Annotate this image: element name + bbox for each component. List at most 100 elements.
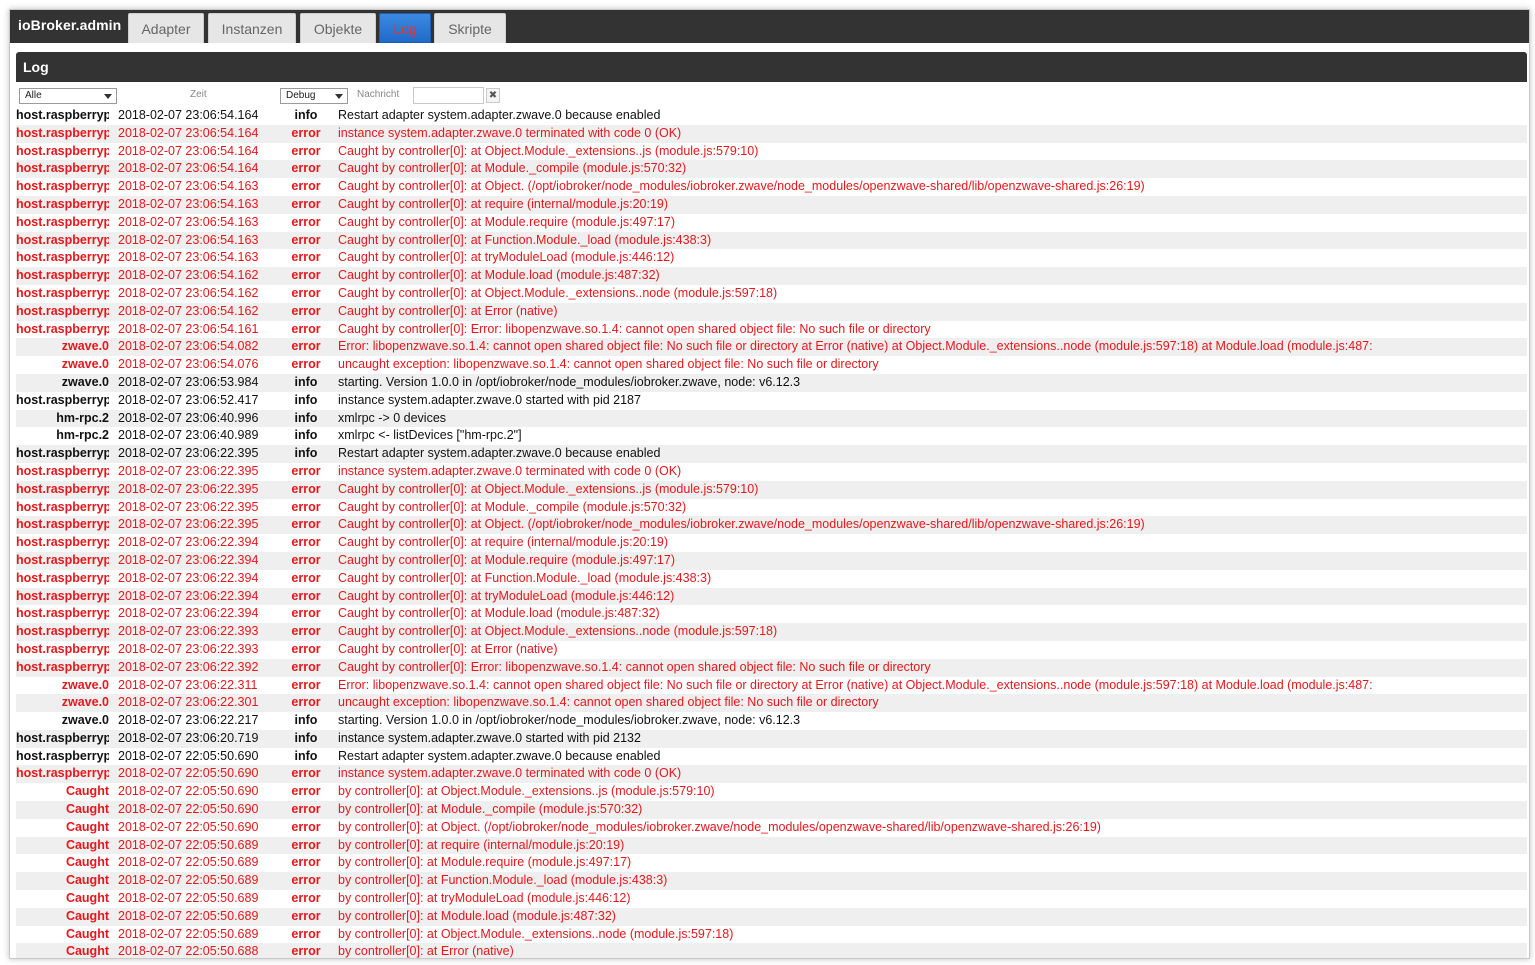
log-time: 2018-02-07 23:06:22.395 xyxy=(118,446,259,461)
log-message: Caught by controller[0]: at Object.Modul… xyxy=(338,143,759,158)
log-severity: error xyxy=(291,161,321,176)
log-time: 2018-02-07 23:06:20.719 xyxy=(118,730,259,745)
log-message: Caught by controller[0]: at Module.load … xyxy=(338,606,660,621)
log-source: Caught xyxy=(65,908,109,923)
log-row: zwave.0 2018-02-07 23:06:22.311 error Error… xyxy=(16,677,1527,695)
log-severity: error xyxy=(291,143,321,158)
log-time: 2018-02-07 23:06:22.393 xyxy=(118,624,259,639)
log-row: host.raspberrypi 2018-02-07 23:06:54.163 e… xyxy=(16,178,1527,196)
log-severity: error xyxy=(291,677,321,692)
log-row: host.raspberrypi 2018-02-07 23:06:22.394 e… xyxy=(16,605,1527,623)
log-severity: error xyxy=(291,570,321,585)
log-message: Caught by controller[0]: at Module._comp… xyxy=(338,499,687,514)
log-severity: error xyxy=(291,339,321,354)
log-row: Caught 2018-02-07 22:05:50.689 error by con… xyxy=(16,854,1527,872)
log-severity: error xyxy=(291,179,321,194)
log-time: 2018-02-07 22:05:50.690 xyxy=(118,748,259,763)
log-message: Caught by controller[0]: at Function.Mod… xyxy=(338,570,712,585)
log-message: by controller[0]: at Object. (/opt/iobro… xyxy=(338,819,1101,834)
log-severity: info xyxy=(294,410,318,425)
log-row: zwave.0 2018-02-07 23:06:22.301 error uncau… xyxy=(16,694,1527,713)
log-row: host.raspberrypi 2018-02-07 23:06:22.393 e… xyxy=(16,623,1527,641)
message-filter-input[interactable] xyxy=(413,87,484,104)
log-time: 2018-02-07 23:06:22.395 xyxy=(118,463,259,478)
log-row: zwave.0 2018-02-07 23:06:53.984 info starti… xyxy=(16,373,1527,392)
log-source: host.raspberrypi xyxy=(16,143,109,158)
log-source: host.raspberrypi xyxy=(16,446,109,461)
log-row: host.raspberrypi 2018-02-07 23:06:22.395 e… xyxy=(16,463,1527,481)
log-row: host.raspberrypi 2018-02-07 23:06:54.164 e… xyxy=(16,143,1527,161)
tab-objekte[interactable]: Objekte xyxy=(300,13,376,43)
log-message: Caught by controller[0]: at Object. (/op… xyxy=(338,179,1145,194)
log-row: host.raspberrypi 2018-02-07 23:06:54.163 e… xyxy=(16,231,1527,250)
level-filter-value: Debug xyxy=(286,90,316,101)
chevron-down-icon xyxy=(335,94,343,99)
log-time: 2018-02-07 23:06:22.311 xyxy=(118,677,258,692)
tab-instanzen[interactable]: Instanzen xyxy=(208,13,296,43)
log-row: Caught 2018-02-07 22:05:50.689 error by con… xyxy=(16,872,1527,891)
log-time: 2018-02-07 23:06:22.394 xyxy=(118,552,259,567)
log-severity: info xyxy=(294,108,318,122)
log-message: Caught by controller[0]: at require (int… xyxy=(338,535,669,550)
log-row: Caught 2018-02-07 22:05:50.689 error by con… xyxy=(16,836,1527,855)
log-row: host.raspberrypi 2018-02-07 22:05:50.690 i… xyxy=(16,748,1527,766)
log-source: host.raspberrypi xyxy=(16,588,109,603)
log-message: Caught by controller[0]: at Object. (/op… xyxy=(338,517,1145,532)
log-row: host.raspberrypi 2018-02-07 23:06:22.395 i… xyxy=(16,445,1527,463)
log-source: Caught xyxy=(65,837,109,852)
log-source: Caught xyxy=(65,802,109,817)
log-row: zwave.0 2018-02-07 23:06:54.076 error uncau… xyxy=(16,356,1527,374)
log-severity: error xyxy=(291,891,321,906)
top-navigation-bar: ioBroker.admin Adapter Instanzen Objekte… xyxy=(10,10,1529,43)
source-filter-select[interactable]: Alle xyxy=(19,88,117,104)
log-time: 2018-02-07 23:06:22.394 xyxy=(118,535,259,550)
log-severity: error xyxy=(291,944,321,958)
log-message: by controller[0]: at Module.load (module… xyxy=(338,908,616,923)
log-row: host.raspberrypi 2018-02-07 23:06:54.164 e… xyxy=(16,124,1527,143)
log-message: by controller[0]: at Object.Module._exte… xyxy=(338,926,734,941)
log-severity: error xyxy=(291,357,321,372)
log-row: host.raspberrypi 2018-02-07 23:06:54.163 e… xyxy=(16,195,1527,214)
log-time: 2018-02-07 23:06:54.163 xyxy=(118,196,259,211)
log-message: Caught by controller[0]: at tryModuleLoa… xyxy=(338,588,675,603)
log-severity: error xyxy=(291,624,321,639)
level-filter-select[interactable]: Debug xyxy=(280,88,348,104)
log-severity: error xyxy=(291,855,321,870)
log-severity: error xyxy=(291,321,321,336)
log-message: instance system.adapter.zwave.0 terminat… xyxy=(338,125,682,140)
log-row: Caught 2018-02-07 22:05:50.690 error by con… xyxy=(16,801,1527,819)
log-severity: error xyxy=(291,303,321,318)
log-message: Restart adapter system.adapter.zwave.0 b… xyxy=(338,108,661,122)
log-time: 2018-02-07 23:06:22.394 xyxy=(118,606,259,621)
log-message: uncaught exception: libopenzwave.so.1.4:… xyxy=(338,695,879,710)
log-time: 2018-02-07 23:06:22.393 xyxy=(118,641,259,656)
log-time: 2018-02-07 23:06:22.301 xyxy=(118,695,259,710)
log-message: by controller[0]: at Module.require (mod… xyxy=(338,855,632,870)
log-time: 2018-02-07 23:06:53.984 xyxy=(118,374,259,389)
log-source: host.raspberrypi xyxy=(16,481,109,496)
log-message: starting. Version 1.0.0 in /opt/iobroker… xyxy=(338,713,801,728)
tab-skripte[interactable]: Skripte xyxy=(434,13,506,43)
log-severity: error xyxy=(291,926,321,941)
log-severity: error xyxy=(291,552,321,567)
log-row: host.raspberrypi 2018-02-07 23:06:54.164 e… xyxy=(16,160,1527,179)
log-message: Caught by controller[0]: at Function.Mod… xyxy=(338,232,712,247)
log-message: Caught by controller[0]: at Object.Modul… xyxy=(338,624,778,639)
log-message: Caught by controller[0]: at Object.Modul… xyxy=(338,285,778,300)
source-filter-value: Alle xyxy=(25,90,42,101)
clear-filter-icon[interactable]: ✖ xyxy=(486,88,500,103)
tab-adapter[interactable]: Adapter xyxy=(128,13,204,43)
log-source: host.raspberrypi xyxy=(16,499,109,514)
log-time: 2018-02-07 23:06:54.076 xyxy=(118,357,259,372)
log-message: instance system.adapter.zwave.0 terminat… xyxy=(338,463,682,478)
log-time: 2018-02-07 22:05:50.688 xyxy=(118,944,259,958)
log-message: by controller[0]: at Object.Module._exte… xyxy=(338,784,715,799)
log-message: by controller[0]: at Error (native) xyxy=(338,944,514,958)
log-message: xmlrpc -> 0 devices xyxy=(338,410,447,425)
log-table: host.raspberrypi 2018-02-07 23:06:54.164 i… xyxy=(16,107,1527,958)
log-time: 2018-02-07 23:06:54.164 xyxy=(118,161,259,176)
log-source: host.raspberrypi xyxy=(16,606,109,621)
tab-log[interactable]: Log xyxy=(379,13,431,43)
log-row: host.raspberrypi 2018-02-07 23:06:54.163 e… xyxy=(16,214,1527,232)
log-source: host.raspberrypi xyxy=(16,624,109,639)
